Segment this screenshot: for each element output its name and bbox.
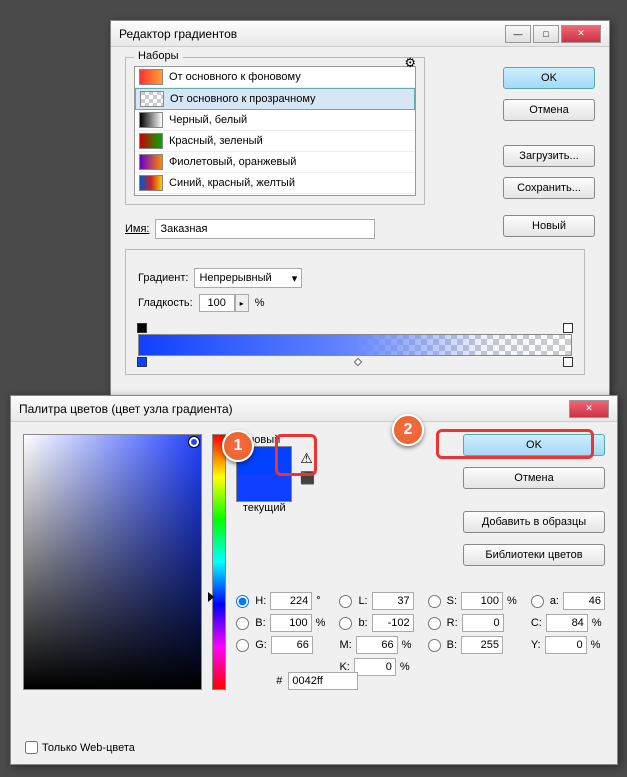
- new-button[interactable]: Новый: [503, 215, 595, 237]
- gradient-bar[interactable]: [138, 334, 572, 356]
- preset-row[interactable]: Синий, красный, желтый: [135, 173, 415, 194]
- preset-swatch: [139, 133, 163, 149]
- highlight-1: [275, 434, 317, 476]
- r-input[interactable]: [462, 614, 504, 632]
- r-radio[interactable]: [428, 617, 441, 630]
- spinner-arrow-icon[interactable]: ▸: [235, 294, 249, 312]
- g-radio[interactable]: [236, 639, 249, 652]
- preset-label: Фиолетовый, оранжевый: [169, 156, 296, 168]
- preset-swatch: [139, 175, 163, 191]
- hue-bar[interactable]: [212, 434, 227, 690]
- load-button[interactable]: Загрузить...: [503, 145, 595, 167]
- maximize-button[interactable]: □: [533, 25, 559, 43]
- preset-row[interactable]: Черный, белый: [135, 110, 415, 131]
- gradient-editor-titlebar[interactable]: Редактор градиентов — □ ✕: [111, 21, 609, 47]
- h-input[interactable]: [270, 592, 312, 610]
- midpoint-diamond[interactable]: [354, 358, 362, 366]
- callout-1: 1: [222, 430, 254, 462]
- smoothness-label: Гладкость:: [138, 297, 193, 309]
- bc-input[interactable]: [461, 636, 503, 654]
- preset-list[interactable]: От основного к фоновому От основного к пр…: [134, 66, 416, 196]
- lab-b-input[interactable]: [372, 614, 414, 632]
- lab-b-radio[interactable]: [339, 617, 352, 630]
- a-input[interactable]: [563, 592, 605, 610]
- close-button[interactable]: ✕: [569, 400, 609, 418]
- y-input[interactable]: [545, 636, 587, 654]
- gradient-type-select[interactable]: Непрерывный: [194, 268, 302, 288]
- presets-label: Наборы: [134, 50, 183, 62]
- sv-cursor[interactable]: [189, 437, 199, 447]
- c-input[interactable]: [546, 614, 588, 632]
- preset-row[interactable]: Красный, зеленый: [135, 131, 415, 152]
- bc-radio[interactable]: [428, 639, 441, 652]
- bv-input[interactable]: [270, 614, 312, 632]
- gradient-type-label: Градиент:: [138, 272, 188, 284]
- color-libraries-button[interactable]: Библиотеки цветов: [463, 544, 605, 566]
- preset-swatch: [140, 91, 164, 107]
- hex-input[interactable]: [288, 672, 358, 690]
- h-radio[interactable]: [236, 595, 249, 608]
- hex-label: #: [276, 675, 282, 687]
- close-button[interactable]: ✕: [561, 25, 601, 43]
- preset-swatch: [139, 69, 163, 85]
- ok-button[interactable]: OK: [503, 67, 595, 89]
- s-radio[interactable]: [428, 595, 441, 608]
- b-radio[interactable]: [236, 617, 249, 630]
- callout-2: 2: [392, 414, 424, 446]
- opacity-stop-right[interactable]: [563, 323, 573, 333]
- l-radio[interactable]: [339, 595, 352, 608]
- preset-swatch: [139, 112, 163, 128]
- current-color-label: текущий: [243, 502, 286, 514]
- preset-label: От основного к фоновому: [169, 71, 301, 83]
- gear-icon[interactable]: ⚙: [404, 55, 416, 71]
- color-picker-title: Палитра цветов (цвет узла градиента): [19, 402, 569, 416]
- add-swatch-button[interactable]: Добавить в образцы: [463, 511, 605, 533]
- a-radio[interactable]: [531, 595, 544, 608]
- highlight-2: [436, 429, 594, 459]
- preset-label: От основного к прозрачному: [170, 93, 316, 105]
- color-stop-left[interactable]: [137, 357, 147, 367]
- gradient-editor-title: Редактор градиентов: [119, 27, 505, 41]
- gradient-editor-window: Редактор градиентов — □ ✕ OK Отмена Загр…: [110, 20, 610, 440]
- name-input[interactable]: [155, 219, 375, 239]
- cp-cancel-button[interactable]: Отмена: [463, 467, 605, 489]
- l-input[interactable]: [372, 592, 414, 610]
- web-only-checkbox[interactable]: [25, 741, 38, 754]
- m-input[interactable]: [356, 636, 398, 654]
- preset-row[interactable]: От основного к фоновому: [135, 67, 415, 88]
- preset-swatch: [139, 154, 163, 170]
- smoothness-spinner[interactable]: ▸: [199, 294, 249, 312]
- preset-row[interactable]: От основного к прозрачному: [135, 88, 415, 110]
- minimize-button[interactable]: —: [505, 25, 531, 43]
- cancel-button[interactable]: Отмена: [503, 99, 595, 121]
- s-input[interactable]: [461, 592, 503, 610]
- name-label: Имя:: [125, 223, 149, 235]
- preset-label: Красный, зеленый: [169, 135, 263, 147]
- preset-row[interactable]: Фиолетовый, оранжевый: [135, 152, 415, 173]
- opacity-stop-left[interactable]: [137, 323, 147, 333]
- color-picker-titlebar[interactable]: Палитра цветов (цвет узла градиента) ✕: [11, 396, 617, 422]
- preset-label: Синий, красный, желтый: [169, 177, 295, 189]
- web-only-label: Только Web-цвета: [42, 742, 135, 754]
- hue-slider[interactable]: [208, 592, 214, 602]
- color-stop-right[interactable]: [563, 357, 573, 367]
- g-input[interactable]: [271, 636, 313, 654]
- k-input[interactable]: [354, 658, 396, 676]
- save-button[interactable]: Сохранить...: [503, 177, 595, 199]
- preset-label: Черный, белый: [169, 114, 247, 126]
- saturation-value-box[interactable]: [23, 434, 202, 690]
